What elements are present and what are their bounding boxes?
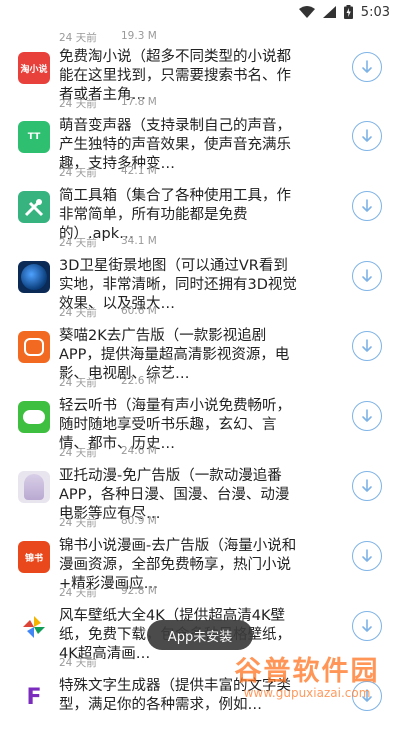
watermark-title: 谷普软件园 (234, 656, 380, 687)
item-time: 24 天前 (59, 517, 97, 529)
battery-charging-icon (343, 5, 353, 19)
item-time: 24 天前 (59, 167, 97, 179)
item-meta: 24 天前 60.6 M (59, 305, 299, 320)
item-meta: 24 天前 92.8 M (59, 585, 299, 600)
item-size: 42.1 M (121, 165, 157, 177)
earth-map-icon (18, 261, 50, 293)
download-arrow-icon (362, 409, 372, 422)
download-button[interactable] (352, 52, 382, 82)
toolbox-icon (18, 191, 50, 223)
download-arrow-icon (362, 60, 372, 73)
item-size: 34.1 M (121, 235, 157, 247)
download-button[interactable] (352, 401, 382, 431)
video-app-icon (18, 331, 50, 363)
item-time: 24 天前 (59, 587, 97, 599)
item-size: 19.3 M (121, 30, 157, 42)
download-arrow-icon (362, 549, 372, 562)
item-size: 24.6 M (121, 445, 157, 457)
text-generator-icon: F (18, 681, 50, 713)
item-time: 24 天前 (59, 98, 97, 110)
item-time: 24 天前 (59, 657, 97, 669)
status-time: 5:03 (360, 4, 390, 20)
icon-label: F (26, 684, 42, 710)
download-button[interactable] (352, 121, 382, 151)
icon-label: 淘小说 (20, 64, 48, 75)
item-time: 24 天前 (59, 447, 97, 459)
item-size: 80.9 M (121, 515, 157, 527)
item-size: 22.6 M (121, 375, 157, 387)
item-size: 60.6 M (121, 305, 157, 317)
cellular-signal-icon (322, 6, 336, 18)
anime-app-icon (18, 471, 50, 503)
icon-label: 锦书 (24, 553, 43, 564)
icon-label: TT (27, 132, 41, 142)
item-meta: 24 天前 24.6 M (59, 445, 299, 460)
item-time: 24 天前 (59, 237, 97, 249)
item-meta: 24 天前 80.9 M (59, 515, 299, 530)
toast-message: App未安装 (147, 620, 253, 650)
status-bar: 5:03 (0, 0, 400, 24)
pinwheel-wallpaper-icon (18, 611, 50, 643)
download-button[interactable] (352, 541, 382, 571)
download-arrow-icon (362, 199, 372, 212)
download-button[interactable] (352, 261, 382, 291)
item-time: 24 天前 (59, 307, 97, 319)
item-meta: 24 天前 34.1 M (59, 235, 299, 250)
item-meta: 24 天前 22.6 M (59, 375, 299, 390)
cloud-audiobook-icon (18, 401, 50, 433)
item-size: 92.8 M (121, 585, 157, 597)
wifi-icon (298, 6, 315, 18)
download-arrow-icon (362, 269, 372, 282)
download-button[interactable] (352, 191, 382, 221)
novel-app-icon: 淘小说 (18, 52, 50, 84)
download-button[interactable] (352, 471, 382, 501)
download-arrow-icon (362, 479, 372, 492)
watermark-url: www.gupuxiazai.com (243, 686, 371, 700)
item-time: 24 天前 (59, 32, 97, 44)
partial-item-meta: 24 天前 19.3 M (59, 30, 299, 45)
download-arrow-icon (362, 129, 372, 142)
item-meta: 24 天前 42.1 M (59, 165, 299, 180)
site-watermark: 谷普软件园 www.gupuxiazai.com (220, 649, 394, 705)
download-button[interactable] (352, 331, 382, 361)
download-button[interactable] (352, 611, 382, 641)
item-meta: 24 天前 17.8 M (59, 96, 299, 111)
item-size: 17.8 M (121, 96, 157, 108)
download-arrow-icon (362, 339, 372, 352)
jinshu-app-icon: 锦书 (18, 541, 50, 573)
voice-changer-icon: TT (18, 121, 50, 153)
download-arrow-icon (362, 619, 372, 632)
item-time: 24 天前 (59, 377, 97, 389)
